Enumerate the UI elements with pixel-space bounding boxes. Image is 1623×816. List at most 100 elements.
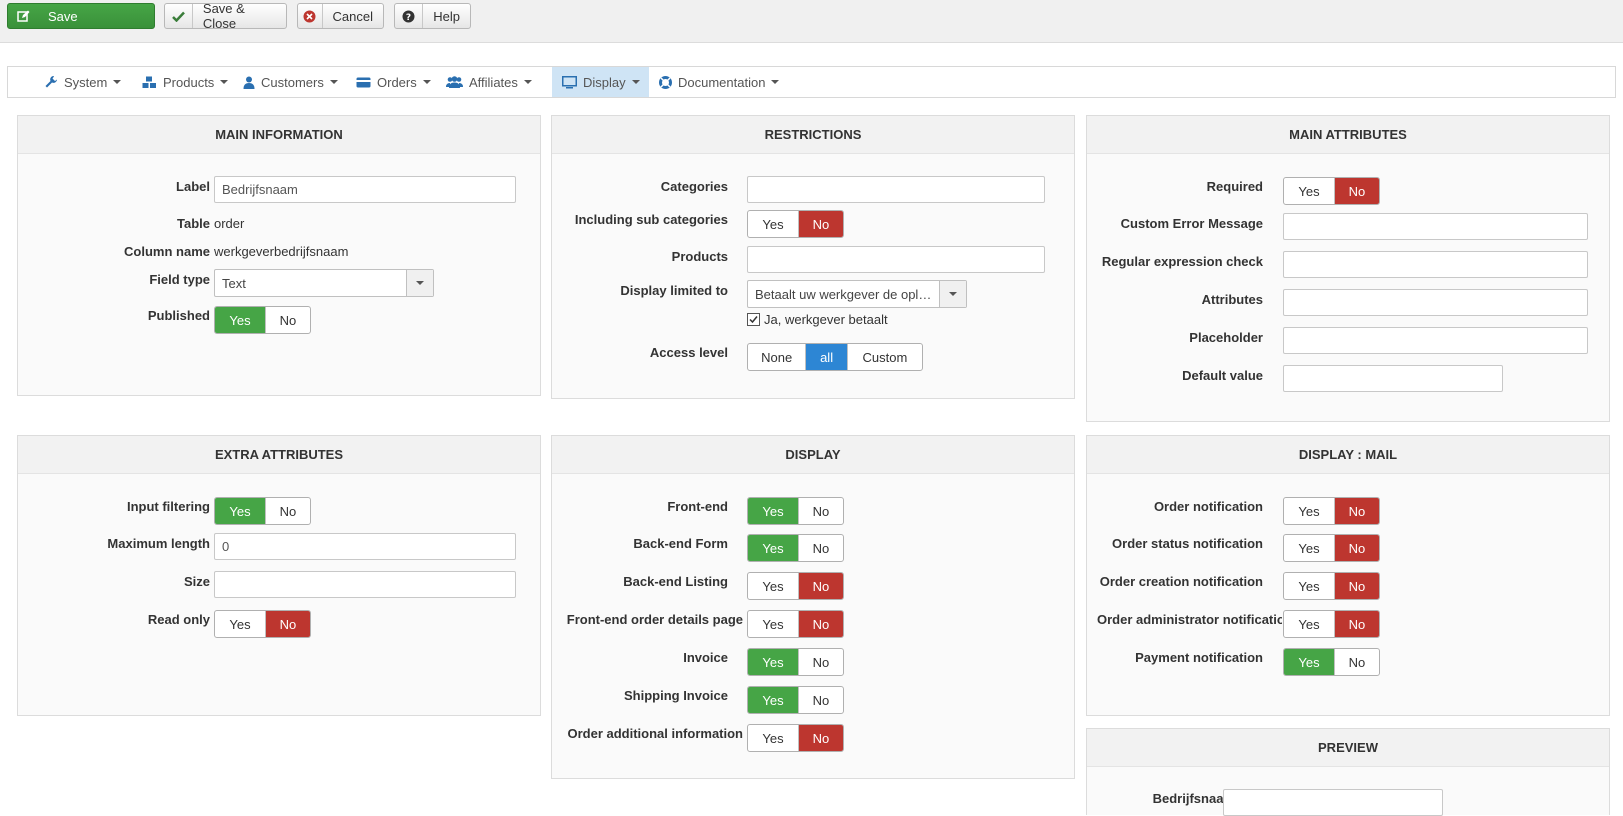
sub-categories-toggle[interactable]: Yes No <box>747 210 844 238</box>
yes-option[interactable]: Yes <box>1284 498 1334 524</box>
error-message-input[interactable] <box>1283 213 1588 240</box>
menu-system[interactable]: System <box>34 67 131 97</box>
yes-option[interactable]: Yes <box>1284 535 1334 561</box>
no-option[interactable]: No <box>797 535 843 561</box>
input-filtering-toggle[interactable]: Yes No <box>214 497 311 525</box>
yes-option[interactable]: Yes <box>748 649 798 675</box>
categories-input[interactable] <box>747 176 1045 203</box>
display-limited-value: Betaalt uw werkgever de opleiding? <box>755 286 939 302</box>
size-input[interactable] <box>214 571 516 598</box>
column-name-value: werkgeverbedrijfsnaam <box>214 244 349 259</box>
yes-option[interactable]: Yes <box>215 498 265 524</box>
no-option[interactable]: No <box>797 649 843 675</box>
access-all-option[interactable]: all <box>805 344 847 370</box>
input-filtering-label: Input filtering <box>126 499 210 514</box>
no-option[interactable]: No <box>797 611 843 637</box>
order-status-notification-toggle[interactable]: Yes No <box>1283 534 1380 562</box>
menu-customers-label: Customers <box>261 74 324 90</box>
svg-text:?: ? <box>406 13 411 23</box>
cubes-icon <box>142 76 157 89</box>
cancel-button[interactable]: Cancel <box>297 3 384 29</box>
order-admin-notification-toggle[interactable]: Yes No <box>1283 610 1380 638</box>
shipping-invoice-toggle[interactable]: Yes No <box>747 686 844 714</box>
no-option[interactable]: No <box>264 498 310 524</box>
yes-option[interactable]: Yes <box>1284 611 1334 637</box>
help-button[interactable]: ? Help <box>394 3 471 29</box>
order-notification-toggle[interactable]: Yes No <box>1283 497 1380 525</box>
menu-orders-label: Orders <box>377 74 417 90</box>
yes-option[interactable]: Yes <box>748 498 798 524</box>
menu-products[interactable]: Products <box>132 67 238 97</box>
regex-input[interactable] <box>1283 251 1588 278</box>
yes-option[interactable]: Yes <box>748 725 798 751</box>
size-label: Size <box>183 574 210 589</box>
default-value-input[interactable] <box>1283 365 1503 392</box>
yes-option[interactable]: Yes <box>1284 649 1334 675</box>
menu-display[interactable]: Display <box>552 67 649 97</box>
table-value: order <box>214 216 245 231</box>
max-length-input[interactable]: 0 <box>214 533 516 560</box>
field-type-value: Text <box>222 275 246 291</box>
no-option[interactable]: No <box>1333 573 1379 599</box>
payment-notification-toggle[interactable]: Yes No <box>1283 648 1380 676</box>
access-custom-option[interactable]: Custom <box>846 344 922 370</box>
preview-field-input[interactable] <box>1223 789 1443 816</box>
back-end-form-toggle[interactable]: Yes No <box>747 534 844 562</box>
front-end-toggle[interactable]: Yes No <box>747 497 844 525</box>
invoice-toggle[interactable]: Yes No <box>747 648 844 676</box>
display-mail-panel: DISPLAY : MAIL Order notification Yes No… <box>1086 435 1610 716</box>
yes-option[interactable]: Yes <box>748 611 798 637</box>
menu-customers[interactable]: Customers <box>233 67 348 97</box>
yes-option[interactable]: Yes <box>215 611 265 637</box>
read-only-toggle[interactable]: Yes No <box>214 610 311 638</box>
menu-documentation[interactable]: Documentation <box>649 67 789 97</box>
back-end-listing-toggle[interactable]: Yes No <box>747 572 844 600</box>
no-option[interactable]: No <box>1333 649 1379 675</box>
yes-option[interactable]: Yes <box>215 307 265 333</box>
no-option[interactable]: No <box>797 573 843 599</box>
menu-affiliates[interactable]: Affiliates <box>436 67 542 97</box>
yes-option[interactable]: Yes <box>748 211 798 237</box>
attributes-input[interactable] <box>1283 289 1588 316</box>
menu-products-label: Products <box>163 74 215 90</box>
order-admin-notification-label: Order administrator notification <box>1097 612 1282 627</box>
order-status-notification-label: Order status notification <box>1112 536 1263 551</box>
display-limited-select[interactable]: Betaalt uw werkgever de opleiding? <box>747 280 967 308</box>
field-type-select[interactable]: Text <box>214 269 434 297</box>
back-end-listing-label: Back-end Listing <box>623 574 728 589</box>
cancel-label: Cancel <box>332 8 373 24</box>
yes-option[interactable]: Yes <box>1284 178 1334 204</box>
save-close-button[interactable]: Save & Close <box>164 1 287 31</box>
no-option[interactable]: No <box>264 611 310 637</box>
no-option[interactable]: No <box>797 687 843 713</box>
yes-option[interactable]: Yes <box>748 535 798 561</box>
yes-option[interactable]: Yes <box>748 687 798 713</box>
no-option[interactable]: No <box>1333 535 1379 561</box>
werkgever-checkbox[interactable]: Ja, werkgever betaalt <box>747 312 888 327</box>
products-input[interactable] <box>747 246 1045 273</box>
order-additional-info-toggle[interactable]: Yes No <box>747 724 844 752</box>
order-creation-notification-toggle[interactable]: Yes No <box>1283 572 1380 600</box>
placeholder-label: Placeholder <box>1189 330 1263 345</box>
menu-orders[interactable]: Orders <box>346 67 441 97</box>
save-button[interactable]: Save <box>7 3 155 29</box>
access-level-toggle[interactable]: None all Custom <box>747 343 923 371</box>
yes-option[interactable]: Yes <box>1284 573 1334 599</box>
no-option[interactable]: No <box>797 498 843 524</box>
no-option[interactable]: No <box>1333 178 1379 204</box>
no-option[interactable]: No <box>264 307 310 333</box>
label-input[interactable]: Bedrijfsnaam <box>214 176 516 203</box>
no-option[interactable]: No <box>797 725 843 751</box>
required-toggle[interactable]: Yes No <box>1283 177 1380 205</box>
no-option[interactable]: No <box>1333 498 1379 524</box>
placeholder-input[interactable] <box>1283 327 1588 354</box>
products-label: Products <box>671 249 728 264</box>
published-toggle[interactable]: Yes No <box>214 306 311 334</box>
no-option[interactable]: No <box>1333 611 1379 637</box>
yes-option[interactable]: Yes <box>748 573 798 599</box>
no-option[interactable]: No <box>797 211 843 237</box>
read-only-label: Read only <box>147 612 210 627</box>
help-label: Help <box>433 8 460 24</box>
access-none-option[interactable]: None <box>748 344 805 370</box>
front-end-order-details-toggle[interactable]: Yes No <box>747 610 844 638</box>
